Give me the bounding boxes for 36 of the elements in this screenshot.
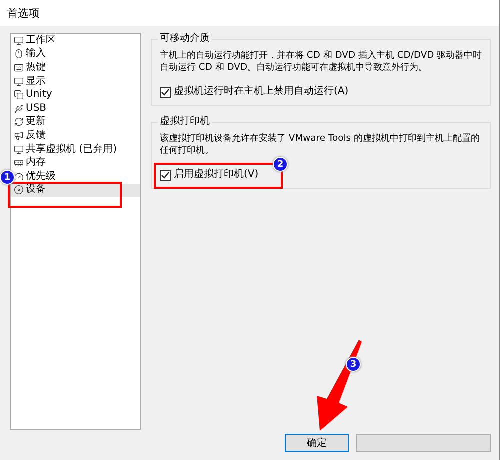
sidebar-item[interactable]: 反馈	[11, 129, 140, 143]
group-title: 虚拟打印机	[158, 116, 212, 128]
sidebar-item[interactable]: USB	[11, 102, 140, 116]
monitor-icon	[14, 36, 24, 46]
megaphone-icon	[14, 130, 24, 141]
sidebar-item[interactable]: 共享虚拟机 (已弃用)	[11, 142, 140, 156]
sidebar-item[interactable]: 内存	[11, 156, 140, 170]
description-text: 该虚拟打印机设备允许在安装了 VMware Tools 的虚拟机中打印到主机上配置的任何打印机。	[160, 133, 481, 157]
blank-button[interactable]	[356, 434, 491, 452]
disc-icon	[14, 185, 24, 196]
sidebar-item[interactable]: Unity	[11, 88, 140, 102]
checkbox[interactable]: 启用虚拟打印机(V)	[160, 169, 259, 181]
monitor-icon	[14, 144, 24, 155]
group-title: 可移动介质	[158, 33, 212, 45]
check-icon	[161, 88, 170, 96]
step-badge: 3	[346, 357, 361, 372]
checkbox[interactable]: 虚拟机运行时在主机上禁用自动运行(A)	[160, 86, 349, 98]
keyboard-icon	[14, 62, 24, 73]
step-badge: 2	[273, 157, 288, 172]
step-badge: 1	[0, 170, 15, 185]
window-title: 首选项	[7, 6, 40, 20]
mouse-icon	[14, 49, 24, 60]
sidebar-item[interactable]: 热键	[11, 61, 140, 75]
monitor-icon	[14, 76, 24, 87]
refresh-icon	[14, 117, 24, 128]
sidebar-item[interactable]: 显示	[11, 74, 140, 88]
sidebar-item[interactable]: 输入	[11, 48, 140, 62]
usb-icon	[14, 104, 24, 114]
sidebar-item[interactable]: 更新	[11, 116, 140, 130]
ok-button[interactable]: 确定	[285, 434, 349, 452]
description-text: 主机上的自动运行功能打开，并在将 CD 和 DVD 插入主机 CD/DVD 驱动器中时自动运行 CD 和 DVD。自动运行功能可在虚拟机中导致意外行为。	[160, 50, 484, 74]
sidebar-item[interactable]: 工作区	[11, 34, 140, 48]
check-icon	[161, 170, 170, 180]
sidebar-item[interactable]: 设备	[11, 184, 140, 198]
gauge-icon	[14, 172, 24, 182]
windows-icon	[14, 90, 24, 100]
